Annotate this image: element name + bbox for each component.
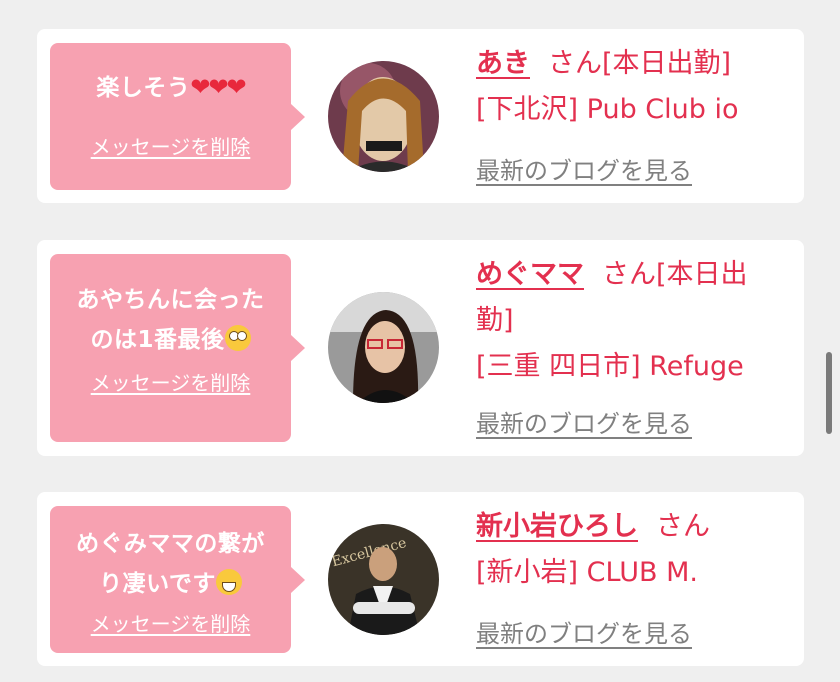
message-card-2: あやちんに会った のは1番最後 メッセージを削除 めぐママ さん[本日出 勤] [… bbox=[37, 240, 804, 456]
latest-blog-link[interactable]: 最新のブログを見る bbox=[476, 614, 692, 649]
message-bubble: あやちんに会った のは1番最後 メッセージを削除 bbox=[50, 254, 305, 442]
cast-name-link[interactable]: 新小岩ひろし bbox=[476, 511, 638, 542]
eye-roll-emoji-icon bbox=[224, 325, 251, 351]
cast-location: [新小岩] CLUB M. bbox=[476, 557, 698, 588]
avatar[interactable] bbox=[328, 61, 439, 172]
cast-status: さん[本日出 bbox=[602, 259, 748, 290]
message-text: めぐみママの繋が り凄いです bbox=[76, 531, 265, 597]
message-text: あやちんに会った のは1番最後 bbox=[76, 287, 265, 353]
delete-message-link[interactable]: メッセージを削除 bbox=[50, 367, 291, 396]
latest-blog-link[interactable]: 最新のブログを見る bbox=[476, 404, 692, 439]
grinning-emoji-icon bbox=[215, 569, 242, 595]
cast-location: [三重 四日市] Refuge bbox=[476, 351, 744, 382]
cast-status: さん bbox=[656, 511, 710, 542]
message-bubble: めぐみママの繋が り凄いです メッセージを削除 bbox=[50, 506, 305, 653]
message-bubble: 楽しそう❤❤❤ メッセージを削除 bbox=[50, 43, 305, 190]
delete-message-link[interactable]: メッセージを削除 bbox=[50, 608, 291, 637]
message-card-1: 楽しそう❤❤❤ メッセージを削除 あき さん[本日出勤] [下北沢] Pub Cl… bbox=[37, 29, 804, 203]
avatar[interactable] bbox=[328, 292, 439, 403]
cast-location: [下北沢] Pub Club io bbox=[476, 94, 739, 125]
avatar[interactable]: Excellence bbox=[328, 524, 439, 635]
latest-blog-link[interactable]: 最新のブログを見る bbox=[476, 151, 692, 186]
cast-info: めぐママ さん[本日出 勤] [三重 四日市] Refuge bbox=[476, 252, 796, 390]
cast-name-link[interactable]: あき bbox=[476, 48, 530, 79]
cast-name-link[interactable]: めぐママ bbox=[476, 259, 584, 290]
cast-status: さん[本日出勤] bbox=[548, 48, 732, 79]
cast-info: あき さん[本日出勤] [下北沢] Pub Club io bbox=[476, 41, 796, 133]
scrollbar[interactable] bbox=[826, 352, 832, 434]
cast-info: 新小岩ひろし さん [新小岩] CLUB M. bbox=[476, 504, 796, 596]
message-card-3: めぐみママの繋が り凄いです メッセージを削除 Excellence 新小岩ひろ… bbox=[37, 492, 804, 666]
cast-status-cont: 勤] bbox=[476, 305, 514, 336]
message-text: 楽しそう❤❤❤ bbox=[96, 73, 246, 101]
delete-message-link[interactable]: メッセージを削除 bbox=[50, 131, 291, 160]
heart-emoji-icon: ❤❤❤ bbox=[190, 73, 246, 101]
